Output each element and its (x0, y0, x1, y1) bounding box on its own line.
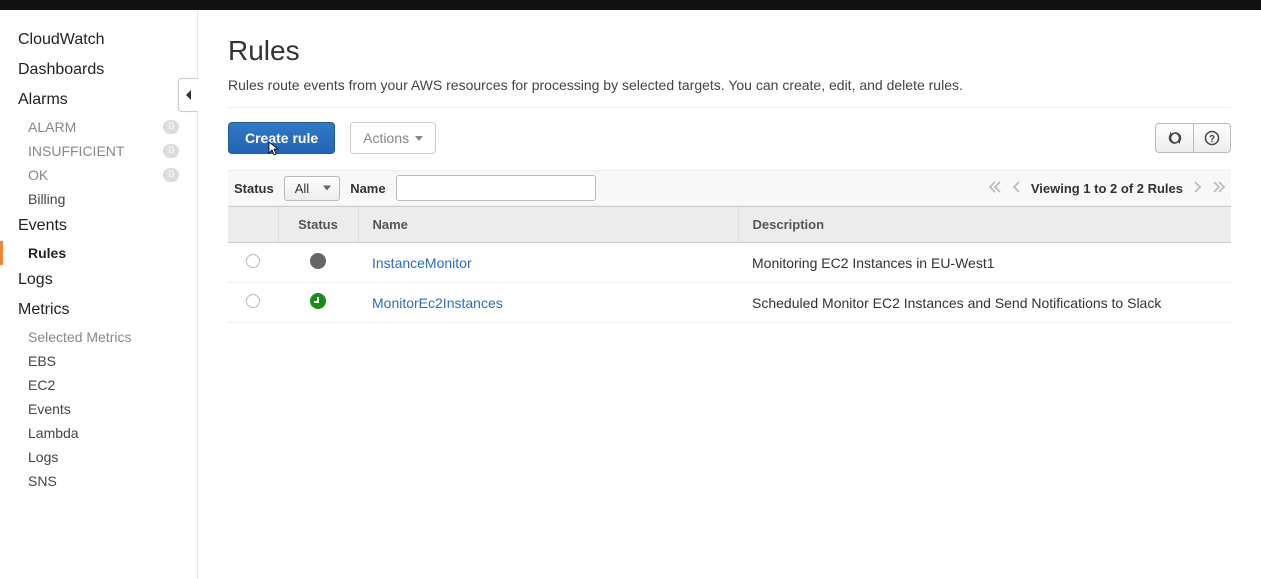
actions-button[interactable]: Actions (350, 122, 436, 154)
sidebar-sub-ok[interactable]: OK 0 (0, 163, 197, 187)
angle-right-icon (1193, 181, 1203, 193)
status-indicator-disabled (310, 253, 326, 269)
sidebar-item-events[interactable]: Events (0, 211, 197, 241)
sidebar-item-dashboards[interactable]: Dashboards (0, 55, 197, 85)
sidebar-item-logs[interactable]: Logs (0, 265, 197, 295)
filter-bar: Status All Name Viewing 1 to 2 of 2 Rule… (228, 170, 1231, 206)
name-filter-input[interactable] (396, 175, 596, 201)
pager-last-button[interactable] (1213, 181, 1225, 196)
count-badge: 0 (163, 144, 179, 158)
sidebar-sub-billing[interactable]: Billing (0, 187, 197, 211)
sidebar-collapse-button[interactable] (178, 78, 198, 112)
sidebar-sub-label: Events (28, 401, 71, 417)
sidebar-sub-label: Selected Metrics (28, 329, 131, 345)
angle-double-left-icon (989, 181, 1001, 193)
help-icon: ? (1204, 130, 1220, 146)
sidebar-sub-rules[interactable]: Rules (0, 241, 197, 265)
column-header-name[interactable]: Name (358, 207, 738, 243)
pager-first-button[interactable] (989, 181, 1001, 196)
status-filter-label: Status (234, 181, 274, 196)
rule-name-link[interactable]: MonitorEc2Instances (372, 295, 503, 311)
sidebar-sub-sns[interactable]: SNS (0, 469, 197, 493)
status-indicator-scheduled (310, 293, 326, 309)
sidebar-sub-label: Lambda (28, 425, 79, 441)
sidebar: CloudWatch Dashboards Alarms ALARM 0 INSU… (0, 10, 198, 579)
rule-description: Scheduled Monitor EC2 Instances and Send… (738, 283, 1231, 323)
table-row[interactable]: MonitorEc2Instances Scheduled Monitor EC… (228, 283, 1231, 323)
sidebar-sub-ec2[interactable]: EC2 (0, 373, 197, 397)
row-select-radio[interactable] (246, 294, 260, 308)
sidebar-sub-label: INSUFFICIENT (28, 143, 124, 159)
column-header-status[interactable]: Status (278, 207, 358, 243)
column-header-select (228, 207, 278, 243)
svg-text:?: ? (1209, 134, 1215, 145)
sidebar-sub-label: Billing (28, 191, 65, 207)
sidebar-sub-label: EC2 (28, 377, 55, 393)
pager-text: Viewing 1 to 2 of 2 Rules (1031, 181, 1183, 196)
caret-down-icon (415, 136, 423, 141)
page-description: Rules route events from your AWS resourc… (228, 77, 1231, 108)
rules-table: Status Name Description InstanceMonitor … (228, 206, 1231, 323)
pager-prev-button[interactable] (1011, 181, 1021, 196)
sidebar-sub-ebs[interactable]: EBS (0, 349, 197, 373)
table-row[interactable]: InstanceMonitor Monitoring EC2 Instances… (228, 243, 1231, 283)
pager-next-button[interactable] (1193, 181, 1203, 196)
count-badge: 0 (163, 168, 179, 182)
page-title: Rules (228, 35, 1231, 67)
help-button[interactable]: ? (1193, 123, 1231, 153)
sidebar-sub-label: Rules (28, 245, 66, 261)
sidebar-item-metrics[interactable]: Metrics (0, 295, 197, 325)
sidebar-sub-lambda[interactable]: Lambda (0, 421, 197, 445)
toolbar: Create rule Actions (228, 122, 1231, 154)
refresh-icon (1167, 130, 1183, 146)
rule-name-link[interactable]: InstanceMonitor (372, 255, 472, 271)
sidebar-sub-label: EBS (28, 353, 56, 369)
sidebar-sub-alarm[interactable]: ALARM 0 (0, 115, 197, 139)
sidebar-sub-logs[interactable]: Logs (0, 445, 197, 469)
sidebar-sub-label: ALARM (28, 119, 76, 135)
angle-left-icon (1011, 181, 1021, 193)
sidebar-sub-label: OK (28, 167, 48, 183)
main-content: Rules Rules route events from your AWS r… (198, 10, 1261, 579)
chevron-left-icon (185, 90, 193, 100)
sidebar-sub-insufficient[interactable]: INSUFFICIENT 0 (0, 139, 197, 163)
sidebar-sub-label: Logs (28, 449, 58, 465)
create-rule-button[interactable]: Create rule (228, 122, 335, 154)
sidebar-sub-label: SNS (28, 473, 57, 489)
status-filter-dropdown[interactable]: All (284, 176, 340, 201)
sidebar-item-alarms[interactable]: Alarms (0, 85, 197, 115)
dropdown-value: All (295, 181, 309, 196)
name-filter-label: Name (350, 181, 385, 196)
top-nav-bar (0, 0, 1261, 10)
button-label: Create rule (245, 130, 318, 146)
sidebar-sub-selected-metrics[interactable]: Selected Metrics (0, 325, 197, 349)
row-select-radio[interactable] (246, 254, 260, 268)
column-header-description[interactable]: Description (738, 207, 1231, 243)
refresh-button[interactable] (1155, 123, 1193, 153)
rule-description: Monitoring EC2 Instances in EU-West1 (738, 243, 1231, 283)
caret-down-icon (323, 186, 331, 191)
sidebar-sub-events[interactable]: Events (0, 397, 197, 421)
count-badge: 0 (163, 120, 179, 134)
button-label: Actions (363, 130, 409, 146)
angle-double-right-icon (1213, 181, 1225, 193)
sidebar-item-cloudwatch[interactable]: CloudWatch (0, 25, 197, 55)
